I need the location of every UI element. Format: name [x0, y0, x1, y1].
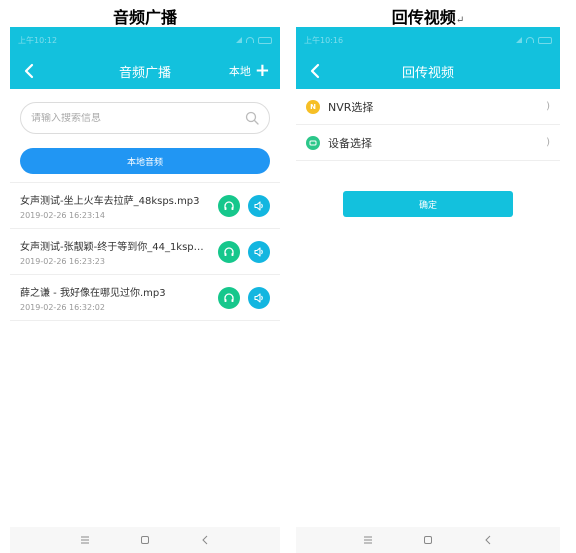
- status-time: 上午10:12: [18, 35, 58, 45]
- caption-return-video-text: 回传视频: [391, 8, 456, 27]
- system-nav-bar: [10, 527, 280, 553]
- status-bar: 上午10:12: [10, 27, 280, 53]
- audio-broadcast-screen: 上午10:12 音频广播 本地 + 本地音频 女声测试-坐上火车去拉萨_48ks…: [10, 27, 280, 553]
- battery-icon: [258, 36, 272, 44]
- signal-icon: [233, 37, 242, 43]
- headphone-button[interactable]: [218, 240, 240, 263]
- caption-audio-broadcast: 音频广播: [112, 8, 177, 27]
- device-icon: [309, 140, 317, 145]
- audio-time: 2019-02-26 16:23:14: [20, 210, 105, 220]
- audio-info: 女声测试-坐上火车去拉萨_48ksps.mp3 2019-02-26 16:23…: [20, 192, 210, 220]
- list-item[interactable]: 女声测试-坐上火车去拉萨_48ksps.mp3 2019-02-26 16:23…: [10, 183, 280, 229]
- headphone-button[interactable]: [218, 194, 240, 217]
- chevron-right-icon: ): [546, 101, 550, 112]
- nvr-select-row[interactable]: N NVR选择 ): [296, 89, 560, 125]
- audio-time: 2019-02-26 16:23:23: [20, 256, 105, 266]
- confirm-button[interactable]: 确定: [343, 191, 513, 217]
- search-box[interactable]: [20, 102, 270, 134]
- search-input[interactable]: [31, 112, 231, 124]
- home-icon[interactable]: [422, 535, 434, 545]
- status-icons: [233, 36, 272, 44]
- caption-return-video: 回传视频↵: [296, 4, 560, 28]
- battery-icon: [538, 36, 552, 44]
- back-icon[interactable]: [482, 535, 494, 545]
- audio-name: 女声测试-坐上火车去拉萨_48ksps.mp3: [20, 195, 200, 207]
- search-icon[interactable]: [245, 111, 259, 125]
- system-nav-bar: [296, 527, 560, 553]
- headphone-icon: [224, 292, 234, 302]
- device-select-row[interactable]: 设备选择 ): [296, 125, 560, 161]
- back-arrow-icon[interactable]: [306, 61, 326, 81]
- audio-info: 薛之谦 - 我好像在哪见过你.mp3 2019-02-26 16:32:02: [20, 284, 210, 312]
- audio-name: 薛之谦 - 我好像在哪见过你.mp3: [20, 287, 166, 299]
- speaker-button[interactable]: [248, 194, 270, 217]
- nvr-badge-icon: N: [306, 99, 320, 114]
- wifi-icon: [246, 37, 254, 43]
- status-icons: [513, 36, 552, 44]
- status-time: 上午10:16: [304, 35, 344, 45]
- return-video-screen: 上午10:16 回传视频 N NVR选择 ) 设备选择 ) 确定: [296, 27, 560, 553]
- signal-icon: [513, 37, 522, 43]
- speaker-icon: [254, 292, 263, 303]
- speaker-button[interactable]: [248, 286, 270, 309]
- nvr-select-label: NVR选择: [328, 100, 374, 114]
- headphone-button[interactable]: [218, 286, 240, 309]
- speaker-icon: [254, 246, 263, 257]
- audio-name: 女声测试-张靓颖-终于等到你_44_1ksps.mp3: [20, 241, 206, 253]
- menu-icon[interactable]: [362, 535, 374, 545]
- home-icon[interactable]: [139, 535, 151, 545]
- page-title: 回传视频: [401, 65, 454, 81]
- device-badge-icon: [306, 135, 320, 150]
- headphone-icon: [224, 200, 234, 210]
- status-bar: 上午10:16: [296, 27, 560, 53]
- return-mark: ↵: [455, 15, 465, 26]
- wifi-icon: [526, 37, 534, 43]
- headphone-icon: [224, 246, 234, 256]
- back-arrow-icon[interactable]: [20, 61, 40, 81]
- audio-list: 女声测试-坐上火车去拉萨_48ksps.mp3 2019-02-26 16:23…: [10, 183, 280, 321]
- audio-info: 女声测试-张靓颖-终于等到你_44_1ksps.mp3 2019-02-26 1…: [20, 238, 210, 266]
- audio-time: 2019-02-26 16:32:02: [20, 302, 105, 312]
- chevron-right-icon: ): [546, 137, 550, 148]
- list-item[interactable]: 薛之谦 - 我好像在哪见过你.mp3 2019-02-26 16:32:02: [10, 275, 280, 321]
- back-icon[interactable]: [199, 535, 211, 545]
- plus-icon: +: [254, 60, 270, 81]
- local-audio-button[interactable]: 本地音频: [20, 148, 270, 174]
- speaker-icon: [254, 200, 263, 211]
- nav-bar: 音频广播 本地 +: [10, 53, 280, 89]
- speaker-button[interactable]: [248, 240, 270, 263]
- local-add-button[interactable]: 本地 +: [229, 53, 270, 89]
- local-label: 本地: [228, 65, 251, 78]
- list-item[interactable]: 女声测试-张靓颖-终于等到你_44_1ksps.mp3 2019-02-26 1…: [10, 229, 280, 275]
- nav-bar: 回传视频: [296, 53, 560, 89]
- menu-icon[interactable]: [79, 535, 91, 545]
- page-title: 音频广播: [118, 65, 171, 81]
- device-select-label: 设备选择: [328, 136, 372, 150]
